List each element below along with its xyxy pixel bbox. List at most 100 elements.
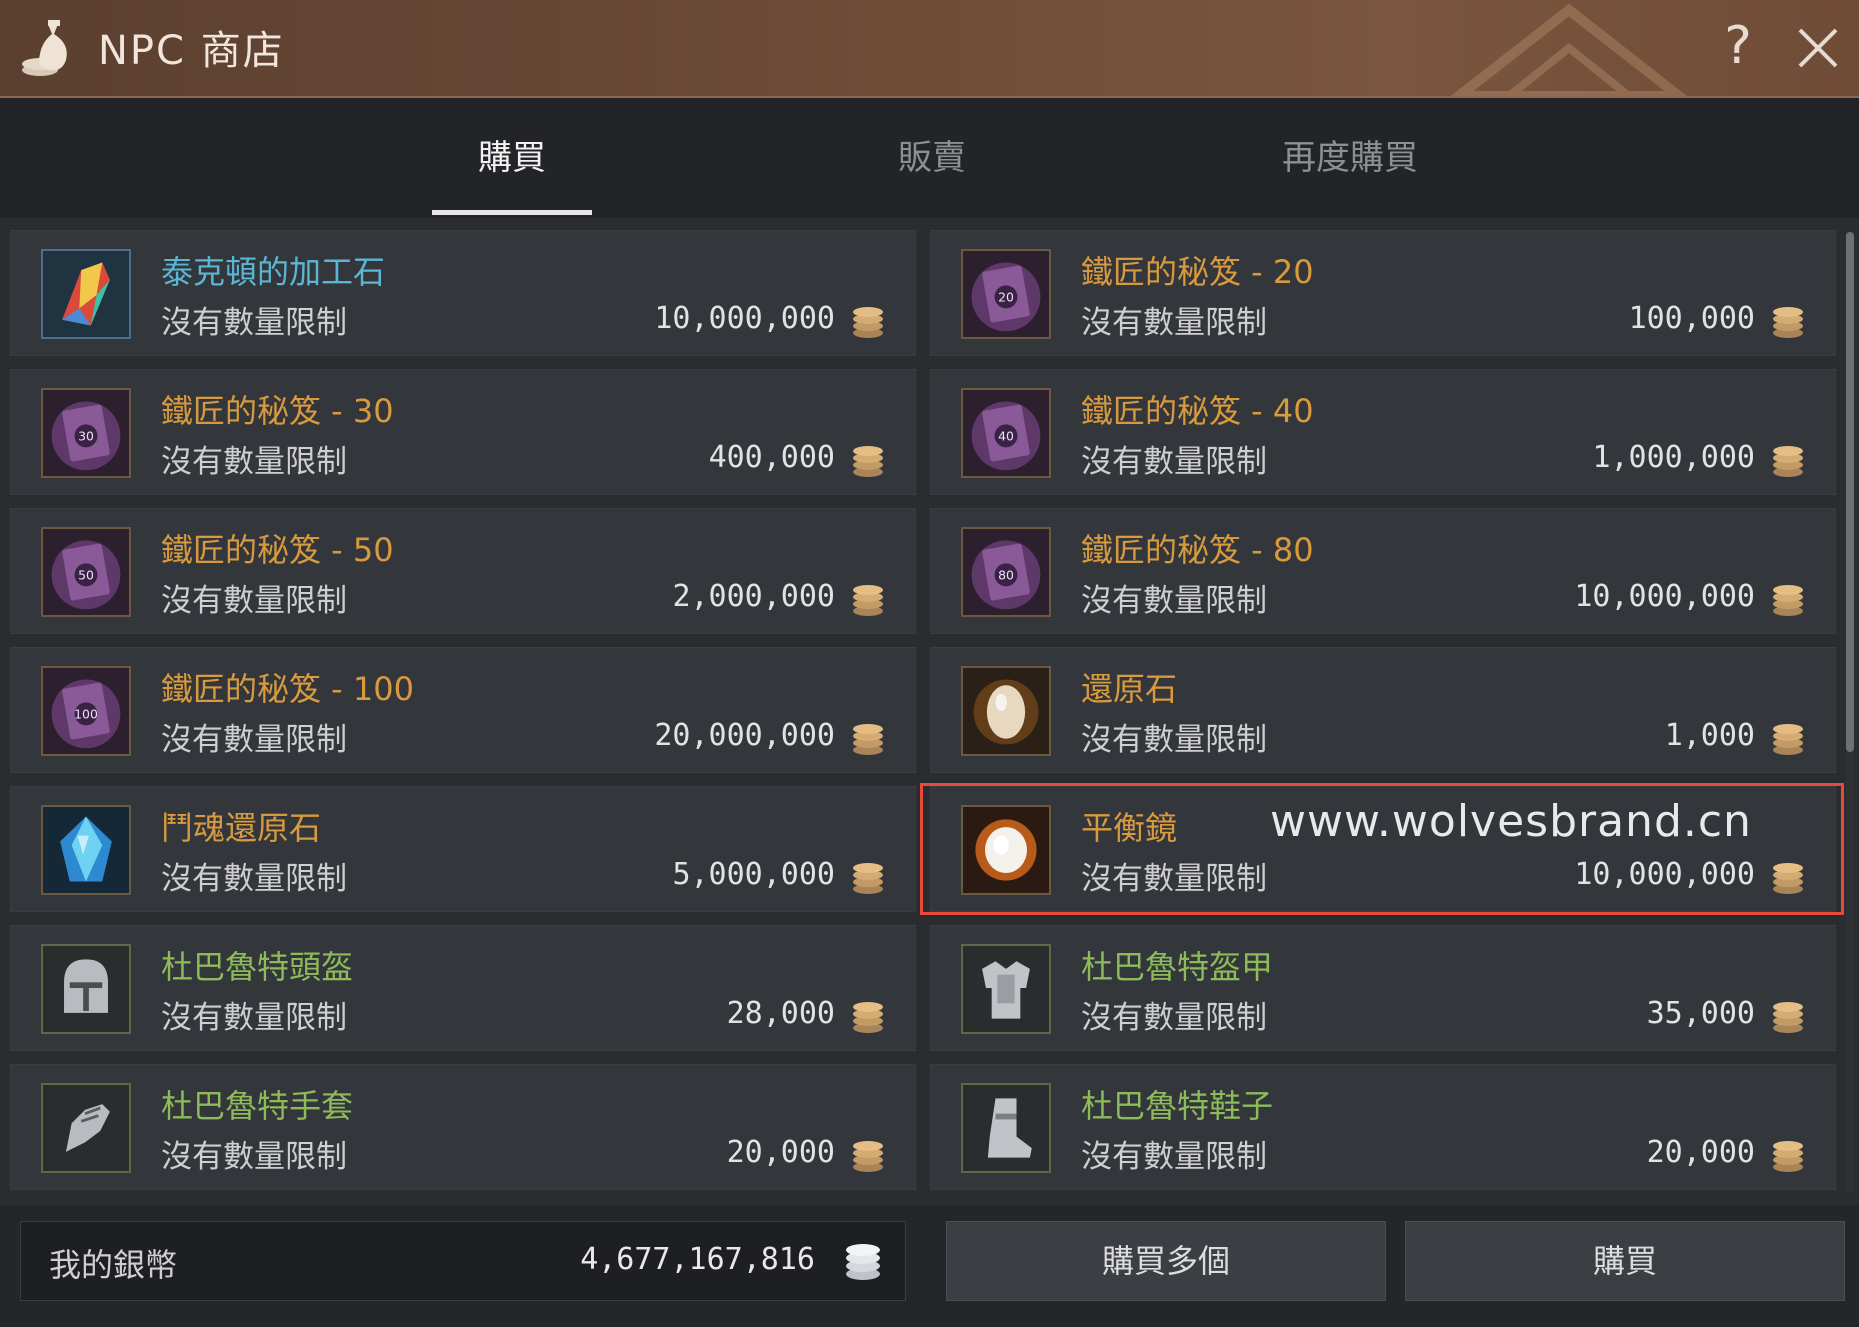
tab-buyback[interactable]: 再度購買 bbox=[1250, 128, 1450, 188]
item-name: 鐵匠的秘笈 - 80 bbox=[1081, 531, 1314, 569]
shop-item[interactable]: 80 鐵匠的秘笈 - 80 沒有數量限制 10,000,000 bbox=[930, 508, 1836, 634]
coin-icon bbox=[1771, 442, 1805, 478]
watermark: www.wolvesbrand.cn bbox=[1270, 796, 1752, 847]
shop-item[interactable]: 40 鐵匠的秘笈 - 40 沒有數量限制 1,000,000 bbox=[930, 369, 1836, 495]
item-limit: 沒有數量限制 bbox=[161, 583, 347, 619]
book-100-icon: 100 bbox=[41, 666, 131, 756]
coin-icon bbox=[851, 859, 885, 895]
coin-icon bbox=[1771, 581, 1805, 617]
armor-icon bbox=[961, 944, 1051, 1034]
coin-icon bbox=[851, 998, 885, 1034]
item-name: 鬥魂還原石 bbox=[161, 809, 322, 847]
shop-item[interactable]: 還原石 沒有數量限制 1,000 bbox=[930, 647, 1836, 773]
item-price: 1,000 bbox=[1664, 718, 1755, 753]
item-price: 20,000 bbox=[1646, 1135, 1755, 1170]
item-name: 鐵匠的秘笈 - 30 bbox=[161, 392, 394, 430]
svg-text:100: 100 bbox=[74, 707, 98, 722]
item-price: 20,000 bbox=[726, 1135, 835, 1170]
crystal-icon bbox=[41, 249, 131, 339]
shop-item[interactable]: 30 鐵匠的秘笈 - 30 沒有數量限制 400,000 bbox=[10, 369, 916, 495]
item-price: 400,000 bbox=[708, 440, 835, 475]
buy-multiple-button[interactable]: 購買多個 bbox=[946, 1221, 1386, 1301]
svg-text:40: 40 bbox=[998, 429, 1014, 444]
wallet-amount: 4,677,167,816 bbox=[580, 1242, 815, 1277]
wallet-panel: 我的銀幣 4,677,167,816 bbox=[20, 1221, 906, 1301]
shop-item[interactable]: 50 鐵匠的秘笈 - 50 沒有數量限制 2,000,000 bbox=[10, 508, 916, 634]
coin-icon bbox=[851, 1137, 885, 1173]
item-limit: 沒有數量限制 bbox=[161, 722, 347, 758]
item-price: 5,000,000 bbox=[672, 857, 835, 892]
svg-text:50: 50 bbox=[78, 568, 94, 583]
coin-icon bbox=[1771, 998, 1805, 1034]
shop-item[interactable]: 泰克頓的加工石 沒有數量限制 10,000,000 bbox=[10, 230, 916, 356]
coin-icon bbox=[1771, 303, 1805, 339]
item-name: 杜巴魯特頭盔 bbox=[161, 948, 354, 986]
book-50-icon: 50 bbox=[41, 527, 131, 617]
active-tab-indicator bbox=[432, 210, 592, 215]
item-price: 1,000,000 bbox=[1592, 440, 1755, 475]
item-limit: 沒有數量限制 bbox=[161, 1139, 347, 1175]
helmet-icon bbox=[41, 944, 131, 1034]
coin-icon bbox=[1771, 720, 1805, 756]
help-button[interactable]: ? bbox=[1718, 14, 1758, 78]
item-name: 杜巴魯特盔甲 bbox=[1081, 948, 1274, 986]
book-30-icon: 30 bbox=[41, 388, 131, 478]
item-name: 鐵匠的秘笈 - 20 bbox=[1081, 253, 1314, 291]
svg-text:80: 80 bbox=[998, 568, 1014, 583]
item-limit: 沒有數量限制 bbox=[1081, 861, 1267, 897]
svg-text:30: 30 bbox=[78, 429, 94, 444]
title-decoration bbox=[1450, 3, 1688, 96]
item-name: 平衡鏡 bbox=[1081, 809, 1178, 847]
shop-item[interactable]: 杜巴魯特鞋子 沒有數量限制 20,000 bbox=[930, 1064, 1836, 1190]
tab-bar: 購買 販賣 再度購買 bbox=[0, 98, 1859, 218]
item-limit: 沒有數量限制 bbox=[161, 1000, 347, 1036]
item-name: 泰克頓的加工石 bbox=[161, 253, 386, 291]
tab-buy[interactable]: 購買 bbox=[432, 128, 592, 188]
item-limit: 沒有數量限制 bbox=[161, 444, 347, 480]
window-title: NPC 商店 bbox=[98, 28, 285, 74]
shop-item[interactable]: 杜巴魯特手套 沒有數量限制 20,000 bbox=[10, 1064, 916, 1190]
item-price: 10,000,000 bbox=[654, 301, 835, 336]
soul-stone-icon bbox=[41, 805, 131, 895]
wallet-label: 我的銀幣 bbox=[49, 1246, 178, 1284]
book-80-icon: 80 bbox=[961, 527, 1051, 617]
coin-icon bbox=[1771, 1137, 1805, 1173]
shop-item[interactable]: 鬥魂還原石沒有數量限制 5,000,000 bbox=[10, 786, 916, 912]
item-name: 鐵匠的秘笈 - 100 bbox=[161, 670, 414, 708]
coin-icon bbox=[851, 581, 885, 617]
shop-item[interactable]: 20 鐵匠的秘笈 - 20 沒有數量限制 100,000 bbox=[930, 230, 1836, 356]
item-price: 20,000,000 bbox=[654, 718, 835, 753]
gloves-icon bbox=[41, 1083, 131, 1173]
title-bar[interactable]: NPC 商店 ? bbox=[0, 0, 1859, 98]
item-name: 杜巴魯特手套 bbox=[161, 1087, 354, 1125]
item-price: 100,000 bbox=[1628, 301, 1755, 336]
close-icon[interactable] bbox=[1790, 20, 1846, 76]
shop-item[interactable]: 杜巴魯特盔甲 沒有數量限制 35,000 bbox=[930, 925, 1836, 1051]
coin-icon bbox=[851, 720, 885, 756]
item-name: 杜巴魯特鞋子 bbox=[1081, 1087, 1274, 1125]
book-40-icon: 40 bbox=[961, 388, 1051, 478]
item-limit: 沒有數量限制 bbox=[1081, 444, 1267, 480]
item-name: 鐵匠的秘笈 - 40 bbox=[1081, 392, 1314, 430]
money-bag-icon bbox=[22, 20, 67, 76]
coin-icon bbox=[851, 303, 885, 339]
shop-item[interactable]: 杜巴魯特頭盔 沒有數量限制 28,000 bbox=[10, 925, 916, 1051]
tab-sell[interactable]: 販賣 bbox=[852, 128, 1012, 188]
item-price: 10,000,000 bbox=[1574, 857, 1755, 892]
item-list: 泰克頓的加工石 沒有數量限制 10,000,000 20 鐵匠的秘笈 - 20 沒有數量限… bbox=[0, 220, 1859, 1205]
scrollbar-thumb[interactable] bbox=[1846, 232, 1854, 752]
buy-button[interactable]: 購買 bbox=[1405, 1221, 1845, 1301]
shop-item[interactable]: 100 鐵匠的秘笈 - 100 沒有數量限制 20,000,000 bbox=[10, 647, 916, 773]
item-price: 10,000,000 bbox=[1574, 579, 1755, 614]
item-limit: 沒有數量限制 bbox=[161, 861, 347, 897]
item-limit: 沒有數量限制 bbox=[1081, 305, 1267, 341]
boots-icon bbox=[961, 1083, 1051, 1173]
item-limit: 沒有數量限制 bbox=[1081, 1000, 1267, 1036]
scrollbar[interactable] bbox=[1846, 232, 1854, 1192]
mirror-icon bbox=[961, 805, 1051, 895]
silver-coin-icon bbox=[846, 1244, 880, 1280]
svg-text:20: 20 bbox=[998, 290, 1014, 305]
item-price: 35,000 bbox=[1646, 996, 1755, 1031]
coin-icon bbox=[851, 442, 885, 478]
item-price: 28,000 bbox=[726, 996, 835, 1031]
